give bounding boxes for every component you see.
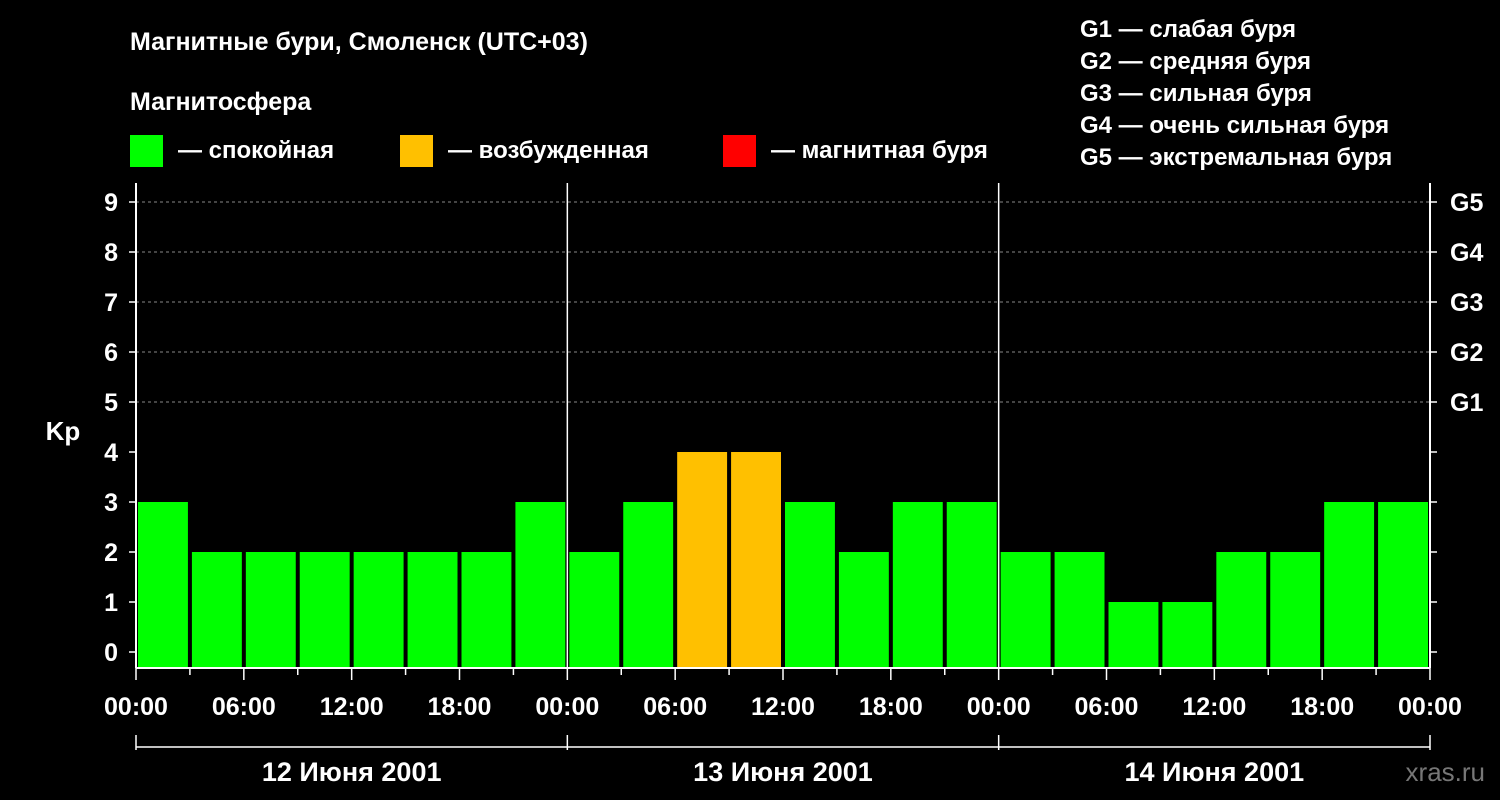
legend-swatch [723, 135, 756, 167]
y-axis-label: Kp [46, 416, 81, 446]
storm-level-label: G4 [1450, 239, 1483, 267]
legend-swatch [130, 135, 163, 167]
watermark: xras.ru [1406, 757, 1485, 787]
bar [245, 552, 296, 668]
chart-title: Магнитные бури, Смоленск (UTC+03) [130, 28, 588, 56]
storm-scale-item: G1 — слабая буря [1080, 16, 1296, 43]
x-tick-label: 18:00 [859, 693, 923, 721]
bar [191, 552, 242, 668]
bar [1054, 552, 1105, 668]
storm-level-label: G5 [1450, 189, 1483, 217]
y-tick-label: 6 [104, 339, 118, 367]
y-tick-label: 3 [104, 489, 118, 517]
bar [1216, 552, 1267, 668]
plot-area: 0 1 2 3 4 5 6 7 8 9 G1 G2 G3 G4 G5 00:00 06:00 12:00 18:00… [104, 183, 1483, 787]
y-tick-label: 5 [104, 389, 118, 417]
x-tick-label: 18:00 [428, 693, 492, 721]
bar [677, 452, 728, 668]
legend-label: — возбужденная [448, 137, 649, 164]
bar [1270, 552, 1321, 668]
bar [892, 502, 943, 668]
day-label: 12 Июня 2001 [262, 757, 442, 787]
x-tick-label: 18:00 [1290, 693, 1354, 721]
legend: — спокойная — возбужденная — магнитная бур… [130, 135, 988, 167]
kp-chart: Магнитные бури, Смоленск (UTC+03) Магнит… [46, 16, 1485, 787]
bar [461, 552, 512, 668]
day-label: 14 Июня 2001 [1125, 757, 1305, 787]
storm-scale-item: G4 — очень сильная буря [1080, 112, 1389, 139]
y-tick-label: 8 [104, 239, 118, 267]
storm-scale-item: G2 — средняя буря [1080, 48, 1311, 75]
day-label: 13 Июня 2001 [693, 757, 873, 787]
bar [1378, 502, 1428, 668]
y-tick-label: 7 [104, 289, 118, 317]
x-tick-label: 00:00 [1398, 693, 1462, 721]
storm-level-label: G2 [1450, 339, 1483, 367]
x-tick-label: 00:00 [535, 693, 599, 721]
chart-subtitle: Магнитосфера [130, 88, 312, 116]
storm-scale-item: G5 — экстремальная буря [1080, 144, 1392, 171]
legend-swatch [400, 135, 433, 167]
bar [1108, 602, 1159, 668]
y-tick-label: 1 [104, 589, 118, 617]
y-tick-label: 2 [104, 539, 118, 567]
legend-label: — спокойная [178, 137, 334, 164]
y-tick-label: 4 [104, 439, 118, 467]
bar [623, 502, 674, 668]
bar [515, 502, 566, 668]
storm-scale-legend: G1 — слабая буря G2 — средняя буря G3 — си… [1080, 16, 1392, 171]
x-tick-label: 00:00 [967, 693, 1031, 721]
y-tick-label: 9 [104, 189, 118, 217]
bar [838, 552, 889, 668]
x-tick-label: 00:00 [104, 693, 168, 721]
bar [946, 502, 997, 668]
bar [1000, 552, 1051, 668]
x-tick-label: 06:00 [1075, 693, 1139, 721]
x-tick-label: 12:00 [320, 693, 384, 721]
x-tick-label: 06:00 [643, 693, 707, 721]
y-tick-label: 0 [104, 639, 118, 667]
x-tick-label: 12:00 [751, 693, 815, 721]
bar [731, 452, 781, 668]
bar [353, 552, 404, 668]
bar [138, 502, 188, 668]
bar [1324, 502, 1375, 668]
bar [785, 502, 835, 668]
x-tick-label: 06:00 [212, 693, 276, 721]
bar [569, 552, 620, 668]
storm-scale-item: G3 — сильная буря [1080, 80, 1312, 107]
storm-level-label: G3 [1450, 289, 1483, 317]
bar [1162, 602, 1213, 668]
storm-level-label: G1 [1450, 389, 1483, 417]
x-tick-label: 12:00 [1182, 693, 1246, 721]
bar [407, 552, 458, 668]
legend-label: — магнитная буря [771, 137, 988, 164]
bar [299, 552, 350, 668]
